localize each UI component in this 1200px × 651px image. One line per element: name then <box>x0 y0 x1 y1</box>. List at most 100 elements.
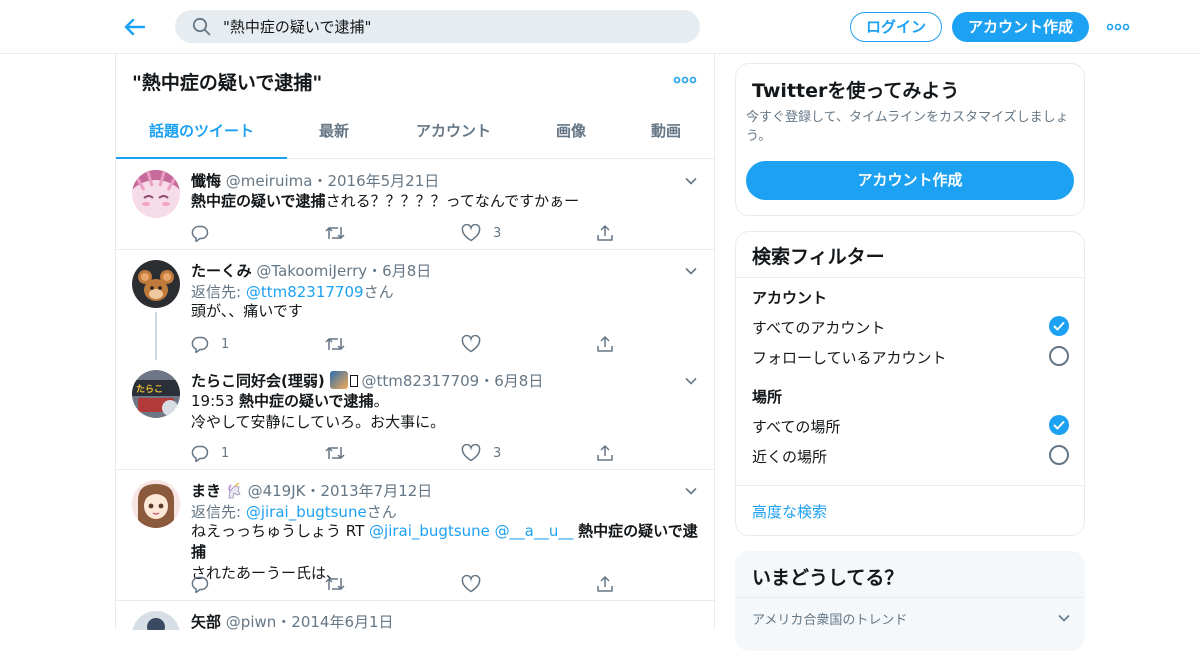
more-options-icon[interactable] <box>673 68 697 92</box>
highlighted-term: 熱中症の疑いで逮捕 <box>239 392 374 410</box>
trend-location: アメリカ合衆国のトレンド <box>752 613 908 628</box>
tweet-author-handle[interactable]: @piwn <box>226 613 276 630</box>
search-input[interactable] <box>223 10 683 43</box>
tweet-date[interactable]: 6月8日 <box>494 372 543 390</box>
reply-to-link[interactable]: @ttm82317709 <box>246 283 364 301</box>
back-arrow-icon[interactable] <box>122 14 148 40</box>
tweet-author-name[interactable]: たらこ同好会(理弱) <box>191 372 325 390</box>
chevron-down-icon[interactable] <box>683 173 699 189</box>
chevron-down-icon[interactable] <box>683 483 699 499</box>
trends-card-title: いまどうしてる？ <box>752 567 904 589</box>
account-filter-heading: アカウント <box>752 289 828 307</box>
following-accounts-option[interactable]: フォローしているアカウント <box>752 347 947 368</box>
retweet-button[interactable] <box>325 223 345 243</box>
like-button[interactable]: 3 <box>461 223 501 243</box>
like-button[interactable]: 3 <box>461 443 501 463</box>
tweet-date[interactable]: 2016年5月21日 <box>327 172 439 190</box>
mention-link[interactable]: @__a__u__ <box>495 522 574 540</box>
share-button[interactable] <box>596 334 614 354</box>
tweet-author-name[interactable]: 懺悔 <box>191 172 221 190</box>
tweet-author-name[interactable]: まき <box>191 482 221 500</box>
retweet-icon <box>325 335 345 353</box>
retweet-button[interactable] <box>325 334 345 354</box>
signup-card-subtitle: 今すぐ登録して、タイムラインをカスタマイズしましょう。 <box>746 110 1069 144</box>
trends-card: いまどうしてる？ アメリカ合衆国のトレンド <box>735 551 1085 651</box>
retweet-button[interactable] <box>325 443 345 463</box>
tweet-author-handle[interactable]: @ttm82317709 <box>362 372 480 390</box>
avatar[interactable]: たらこ <box>132 370 180 418</box>
mention-link[interactable]: @jirai_bugtsune <box>369 522 490 540</box>
share-icon <box>596 335 614 353</box>
reply-button[interactable]: 1 <box>191 334 229 354</box>
chevron-down-icon[interactable] <box>683 263 699 279</box>
signup-button[interactable]: アカウント作成 <box>746 161 1074 200</box>
share-icon <box>596 224 614 242</box>
tweet-text: 19:53 熱中症の疑いで逮捕。 冷やして安静にしていろ。お大事に。 <box>191 391 706 433</box>
avatar[interactable] <box>132 170 180 218</box>
tweet[interactable]: たらこ たらこ同好会(理弱) @ttm82317709・6月8日 19:53 熱… <box>116 360 714 470</box>
box-glyph-icon <box>349 375 358 387</box>
nearby-places-radio[interactable] <box>1049 445 1069 465</box>
svg-text:たらこ: たらこ <box>136 384 163 395</box>
following-accounts-radio[interactable] <box>1049 346 1069 366</box>
separator-dot: ・ <box>367 262 383 280</box>
reply-icon <box>191 224 209 242</box>
tweet[interactable]: 懺悔 @meiruima・2016年5月21日 熱中症の疑いで逮捕される？？？？… <box>116 160 714 250</box>
tab-videos[interactable]: 動画 <box>641 106 691 159</box>
tweet-author-name[interactable]: たーくみ <box>191 262 252 280</box>
tweet-text: 頭が、、痛いです <box>191 302 303 320</box>
reply-button[interactable]: 1 <box>191 443 229 463</box>
heart-icon <box>461 444 481 462</box>
avatar[interactable] <box>132 611 180 630</box>
unicorn-emoji-icon <box>226 482 243 499</box>
all-accounts-option[interactable]: すべてのアカウント <box>752 317 885 338</box>
tweet[interactable]: 矢部 @piwn・2014年6月1日 <box>116 601 714 630</box>
tweet-author-handle[interactable]: @TakoomiJerry <box>256 262 367 280</box>
login-button[interactable]: ログイン <box>850 12 942 42</box>
tweet-date[interactable]: 2014年6月1日 <box>291 613 393 630</box>
tweet-author-name[interactable]: 矢部 <box>191 613 221 630</box>
reply-prefix: 返信先: <box>191 503 246 521</box>
all-places-radio[interactable] <box>1049 415 1069 435</box>
place-filter-heading: 場所 <box>752 388 783 406</box>
share-button[interactable] <box>596 443 614 463</box>
heart-icon <box>461 335 481 353</box>
tab-images[interactable]: 画像 <box>546 106 596 159</box>
all-places-option[interactable]: すべての場所 <box>752 416 840 437</box>
avatar[interactable] <box>132 260 180 308</box>
retweet-button[interactable] <box>325 574 345 594</box>
reply-button[interactable] <box>191 223 209 243</box>
tab-latest[interactable]: 最新 <box>296 106 372 159</box>
heart-icon <box>461 224 481 242</box>
avatar[interactable] <box>132 480 180 528</box>
divider <box>736 597 1084 598</box>
tab-top[interactable]: 話題のツイート <box>116 106 287 159</box>
chevron-down-icon[interactable] <box>683 373 699 389</box>
tweet-date[interactable]: 6月8日 <box>382 262 431 280</box>
tweet[interactable]: まき @419JK・2013年7月12日 返信先: @jirai_bugtsun… <box>116 470 714 601</box>
share-icon <box>596 575 614 593</box>
thread-line <box>155 312 157 360</box>
like-button[interactable] <box>461 574 481 594</box>
signup-button[interactable]: アカウント作成 <box>952 12 1089 42</box>
heart-icon <box>461 575 481 593</box>
tweet-date[interactable]: 2013年7月12日 <box>320 482 432 500</box>
like-count: 3 <box>493 445 502 461</box>
reply-to-link[interactable]: @jirai_bugtsune <box>246 503 367 521</box>
retweet-icon <box>325 575 345 593</box>
tab-accounts[interactable]: アカウント <box>406 106 501 159</box>
nearby-places-option[interactable]: 近くの場所 <box>752 446 827 467</box>
search-box[interactable] <box>175 10 700 43</box>
advanced-search-link[interactable]: 高度な検索 <box>752 501 827 522</box>
share-button[interactable] <box>596 223 614 243</box>
more-options-icon[interactable] <box>1106 17 1130 37</box>
like-button[interactable] <box>461 334 481 354</box>
tweet[interactable]: たーくみ @TakoomiJerry・6月8日 返信先: @ttm8231770… <box>116 250 714 360</box>
tweet-author-handle[interactable]: @meiruima <box>226 172 313 190</box>
all-accounts-radio[interactable] <box>1049 316 1069 336</box>
chevron-down-icon[interactable] <box>1056 610 1072 626</box>
share-button[interactable] <box>596 574 614 594</box>
tweet-author-handle[interactable]: @419JK <box>248 482 306 500</box>
reply-button[interactable] <box>191 574 209 594</box>
tweet-header: 矢部 @piwn・2014年6月1日 <box>191 611 394 630</box>
